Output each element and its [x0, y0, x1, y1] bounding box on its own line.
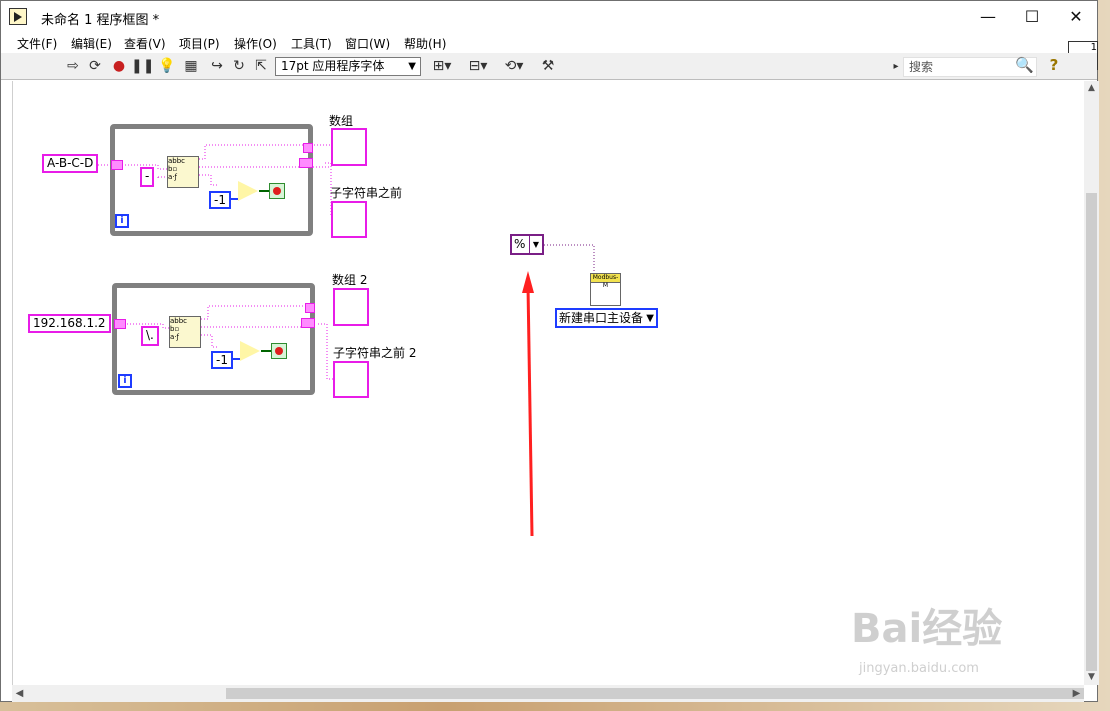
- chevron-down-icon: ▼: [408, 61, 416, 72]
- separator-constant-2[interactable]: \.: [141, 326, 159, 346]
- align-objects-icon[interactable]: ⊞▾: [429, 57, 455, 76]
- chevron-down-icon: ▼: [529, 236, 542, 253]
- loop1-stop-terminal[interactable]: [269, 183, 285, 199]
- vertical-scroll-thumb[interactable]: [1086, 193, 1097, 671]
- reorder-icon[interactable]: ⟲▾: [501, 57, 527, 76]
- step-over-icon[interactable]: ↻: [229, 57, 249, 76]
- serial-master-enum-constant[interactable]: 新建串口主设备 ▼: [555, 308, 658, 328]
- menu-window[interactable]: 窗口(W): [345, 35, 390, 52]
- loop1-input-tunnel[interactable]: [111, 160, 123, 170]
- search-expand-icon[interactable]: ▸: [891, 57, 901, 76]
- menu-bar: 文件(F) 编辑(E) 查看(V) 项目(P) 操作(O) 工具(T) 窗口(W…: [1, 33, 1097, 53]
- menu-operate[interactable]: 操作(O): [234, 35, 277, 52]
- distribute-objects-icon[interactable]: ⊟▾: [465, 57, 491, 76]
- red-arrow: [522, 271, 534, 537]
- cleanup-diagram-icon[interactable]: ⚒: [537, 57, 559, 76]
- baidu-watermark-url: jingyan.baidu.com: [859, 661, 979, 676]
- vertical-scrollbar[interactable]: ▲ ▼: [1084, 81, 1099, 685]
- retain-wire-values-icon[interactable]: ▦: [181, 57, 201, 76]
- menu-project[interactable]: 项目(P): [179, 35, 220, 52]
- block-diagram-canvas[interactable]: A-B-C-D - abbc b▫ a·ƒ -1 i 数组 子字符串之前 192.1…: [12, 81, 1085, 685]
- match-pattern-function-2[interactable]: abbc b▫ a·ƒ: [169, 316, 201, 348]
- labview-block-diagram-window: 未命名 1 程序框图 * — ☐ ✕ 文件(F) 编辑(E) 查看(V) 项目(…: [0, 0, 1099, 702]
- resource-name-constant[interactable]: % ▼: [510, 234, 544, 255]
- window-title: 未命名 1 程序框图 *: [41, 13, 160, 28]
- array-indicator-1[interactable]: [331, 128, 367, 166]
- substring-indicator-2[interactable]: [333, 361, 369, 398]
- array-indicator-2[interactable]: [333, 288, 369, 326]
- loop2-input-tunnel[interactable]: [114, 319, 126, 329]
- menu-view[interactable]: 查看(V): [124, 35, 166, 52]
- scroll-up-icon[interactable]: ▲: [1084, 81, 1099, 96]
- loop1-shift-register[interactable]: [299, 158, 313, 168]
- abort-icon[interactable]: ●: [109, 57, 129, 76]
- maximize-button[interactable]: ☐: [1009, 1, 1055, 33]
- numeric-constant-2[interactable]: -1: [211, 351, 233, 369]
- font-select[interactable]: 17pt 应用程序字体 ▼: [275, 57, 421, 76]
- scroll-right-icon[interactable]: ▶: [1069, 685, 1084, 702]
- run-continuously-icon[interactable]: ⟳: [85, 57, 105, 76]
- loop1-output-tunnel[interactable]: [303, 143, 313, 153]
- labview-app-icon: [9, 8, 27, 25]
- numeric-constant-1[interactable]: -1: [209, 191, 231, 209]
- run-arrow-icon[interactable]: ⇨: [63, 57, 83, 76]
- chevron-down-icon: ▼: [646, 313, 654, 324]
- menu-help[interactable]: 帮助(H): [404, 35, 446, 52]
- scroll-down-icon[interactable]: ▼: [1084, 670, 1099, 685]
- context-help-icon[interactable]: ?: [1046, 56, 1062, 76]
- pause-icon[interactable]: ❚❚: [131, 57, 154, 76]
- menu-edit[interactable]: 编辑(E): [71, 35, 112, 52]
- title-bar: 未命名 1 程序框图 * — ☐ ✕: [1, 1, 1097, 33]
- step-into-icon[interactable]: ↪: [207, 57, 227, 76]
- horizontal-scrollbar[interactable]: ◀ ▶: [12, 685, 1084, 702]
- highlight-execution-icon[interactable]: 💡: [157, 57, 177, 76]
- substring-indicator-label-1: 子字符串之前: [330, 186, 403, 200]
- scroll-left-icon[interactable]: ◀: [12, 685, 27, 702]
- step-out-icon[interactable]: ⇱: [251, 57, 271, 76]
- substring-indicator-1[interactable]: [331, 201, 367, 238]
- baidu-watermark: Bai经验: [851, 606, 1003, 652]
- loop2-iteration-terminal[interactable]: i: [118, 374, 132, 388]
- close-button[interactable]: ✕: [1053, 1, 1099, 33]
- equal-comparison-2[interactable]: [240, 341, 260, 361]
- loop2-stop-terminal[interactable]: [271, 343, 287, 359]
- loop1-iteration-terminal[interactable]: i: [115, 214, 129, 228]
- modbus-master-vi[interactable]: Modbus-M: [590, 273, 621, 306]
- search-icon[interactable]: 🔍: [1015, 56, 1034, 74]
- loop2-shift-register[interactable]: [301, 318, 315, 328]
- string-constant-1[interactable]: A-B-C-D: [42, 154, 99, 173]
- equal-comparison-1[interactable]: [238, 181, 258, 201]
- horizontal-scroll-thumb[interactable]: [226, 688, 1084, 699]
- string-constant-2[interactable]: 192.168.1.2: [28, 314, 111, 333]
- minimize-button[interactable]: —: [965, 1, 1011, 33]
- match-pattern-function-1[interactable]: abbc b▫ a·ƒ: [167, 156, 199, 188]
- toolbar: ⇨ ⟳ ● ❚❚ 💡 ▦ ↪ ↻ ⇱ 17pt 应用程序字体 ▼ ⊞▾ ⊟▾ ⟲▾…: [1, 53, 1097, 80]
- substring-indicator-label-2: 子字符串之前 2: [333, 346, 417, 360]
- array-indicator-label-2: 数组 2: [332, 273, 368, 287]
- menu-tools[interactable]: 工具(T): [291, 35, 332, 52]
- separator-constant-1[interactable]: -: [140, 167, 155, 187]
- menu-file[interactable]: 文件(F): [17, 35, 57, 52]
- loop2-output-tunnel[interactable]: [305, 303, 315, 313]
- array-indicator-label-1: 数组: [329, 114, 354, 128]
